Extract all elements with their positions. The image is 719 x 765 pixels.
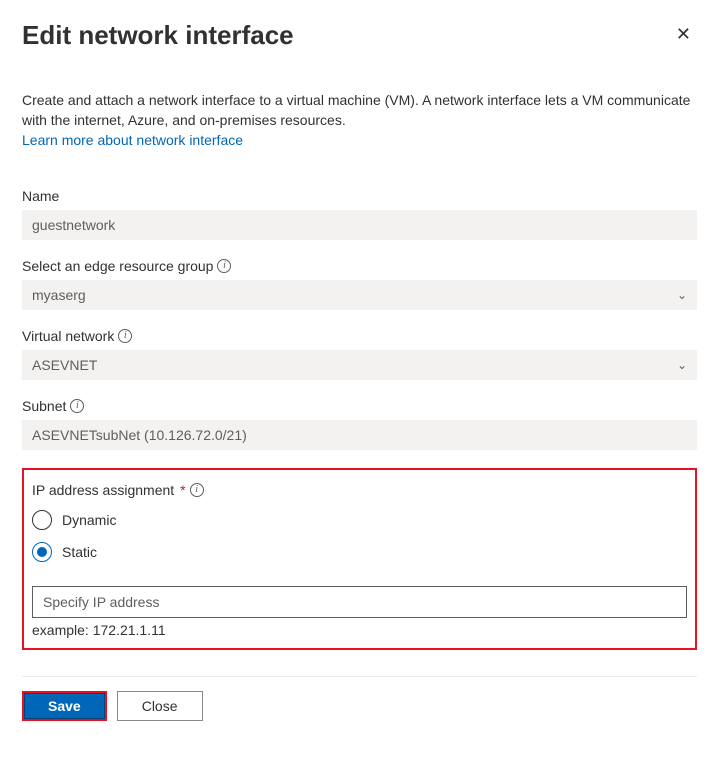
resource-group-label: Select an edge resource group i: [22, 258, 697, 274]
panel-footer: Save Close: [22, 676, 697, 721]
close-icon[interactable]: ✕: [670, 20, 697, 49]
vnet-value: ASEVNET: [32, 357, 97, 373]
highlighted-section: IP address assignment * i Dynamic Static…: [22, 468, 697, 650]
vnet-label-text: Virtual network: [22, 328, 114, 344]
chevron-down-icon: ⌄: [677, 358, 687, 372]
info-icon[interactable]: i: [70, 399, 84, 413]
subnet-label-text: Subnet: [22, 398, 66, 414]
ip-address-input[interactable]: [32, 586, 687, 618]
name-label-text: Name: [22, 188, 59, 204]
radio-label-static: Static: [62, 544, 97, 560]
description-text: Create and attach a network interface to…: [22, 91, 697, 130]
page-title: Edit network interface: [22, 20, 294, 51]
ip-assignment-label-text: IP address assignment: [32, 482, 174, 498]
resource-group-select[interactable]: myaserg ⌄: [22, 280, 697, 310]
ip-assignment-label: IP address assignment * i: [32, 482, 687, 498]
info-icon[interactable]: i: [217, 259, 231, 273]
chevron-down-icon: ⌄: [677, 288, 687, 302]
close-button[interactable]: Close: [117, 691, 203, 721]
radio-icon-selected: [32, 542, 52, 562]
edit-network-interface-panel: Edit network interface ✕ Create and atta…: [0, 0, 719, 741]
subnet-input[interactable]: [22, 420, 697, 450]
learn-more-link[interactable]: Learn more about network interface: [22, 132, 243, 148]
info-icon[interactable]: i: [118, 329, 132, 343]
save-button[interactable]: Save: [22, 691, 107, 721]
ip-assignment-radio-group: Dynamic Static: [32, 504, 687, 568]
radio-icon: [32, 510, 52, 530]
name-label: Name: [22, 188, 697, 204]
name-input[interactable]: [22, 210, 697, 240]
ip-example-text: example: 172.21.1.11: [32, 622, 687, 638]
resource-group-value: myaserg: [32, 287, 86, 303]
required-indicator: *: [180, 482, 185, 498]
radio-option-dynamic[interactable]: Dynamic: [32, 504, 687, 536]
vnet-select[interactable]: ASEVNET ⌄: [22, 350, 697, 380]
vnet-label: Virtual network i: [22, 328, 697, 344]
subnet-label: Subnet i: [22, 398, 697, 414]
radio-option-static[interactable]: Static: [32, 536, 687, 568]
radio-label-dynamic: Dynamic: [62, 512, 116, 528]
panel-header: Edit network interface ✕: [22, 20, 697, 51]
info-icon[interactable]: i: [190, 483, 204, 497]
resource-group-label-text: Select an edge resource group: [22, 258, 213, 274]
